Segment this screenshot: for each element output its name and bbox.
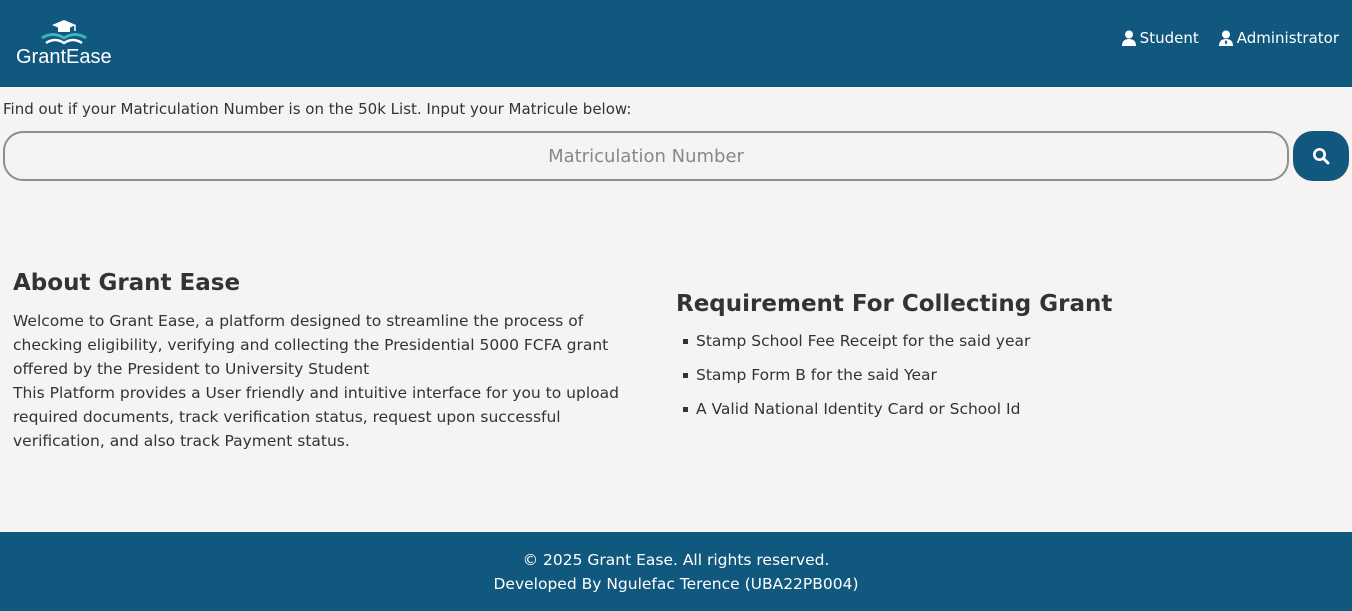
search-button[interactable] (1293, 131, 1349, 181)
about-paragraph: This Platform provides a User friendly a… (13, 384, 619, 450)
requirements-title: Requirement For Collecting Grant (676, 291, 1113, 317)
grantease-logo[interactable]: GrantEase (16, 18, 114, 70)
about-paragraph: Welcome to Grant Ease, a platform design… (13, 312, 609, 378)
requirement-item: Stamp Form B for the said Year (676, 365, 1316, 385)
page-footer: © 2025 Grant Ease. All rights reserved. … (0, 532, 1352, 611)
square-bullet-icon (683, 373, 688, 378)
nav-student-label: Student (1139, 29, 1199, 47)
requirements-section: Requirement For Collecting Grant Stamp S… (676, 291, 1316, 433)
about-title: About Grant Ease (13, 270, 241, 296)
footer-developer: Developed By Ngulefac Terence (UBA22PB00… (493, 575, 859, 593)
user-tie-icon (1218, 30, 1233, 46)
search-icon (1313, 148, 1330, 165)
requirement-item: A Valid National Identity Card or School… (676, 399, 1316, 419)
nav-administrator-label: Administrator (1236, 29, 1339, 47)
about-section: About Grant Ease Welcome to Grant Ease, … (13, 270, 643, 453)
header-nav: Student Administrator (1121, 29, 1339, 47)
footer-copyright: © 2025 Grant Ease. All rights reserved. (522, 551, 830, 569)
requirement-text: A Valid National Identity Card or School… (696, 400, 1021, 418)
logo-text: GrantEase (16, 46, 112, 68)
requirements-list: Stamp School Fee Receipt for the said ye… (676, 331, 1316, 419)
square-bullet-icon (683, 407, 688, 412)
requirement-text: Stamp School Fee Receipt for the said ye… (696, 332, 1031, 350)
top-header: GrantEase Student Administrator (0, 0, 1352, 87)
graduation-cap-book-icon (41, 20, 87, 45)
requirement-text: Stamp Form B for the said Year (696, 366, 937, 384)
square-bullet-icon (683, 339, 688, 344)
matriculation-search-input[interactable] (3, 131, 1289, 181)
nav-student-link[interactable]: Student (1121, 29, 1199, 47)
nav-administrator-link[interactable]: Administrator (1218, 29, 1339, 47)
user-icon (1121, 30, 1136, 46)
search-prompt: Find out if your Matriculation Number is… (3, 100, 632, 118)
requirement-item: Stamp School Fee Receipt for the said ye… (676, 331, 1316, 351)
